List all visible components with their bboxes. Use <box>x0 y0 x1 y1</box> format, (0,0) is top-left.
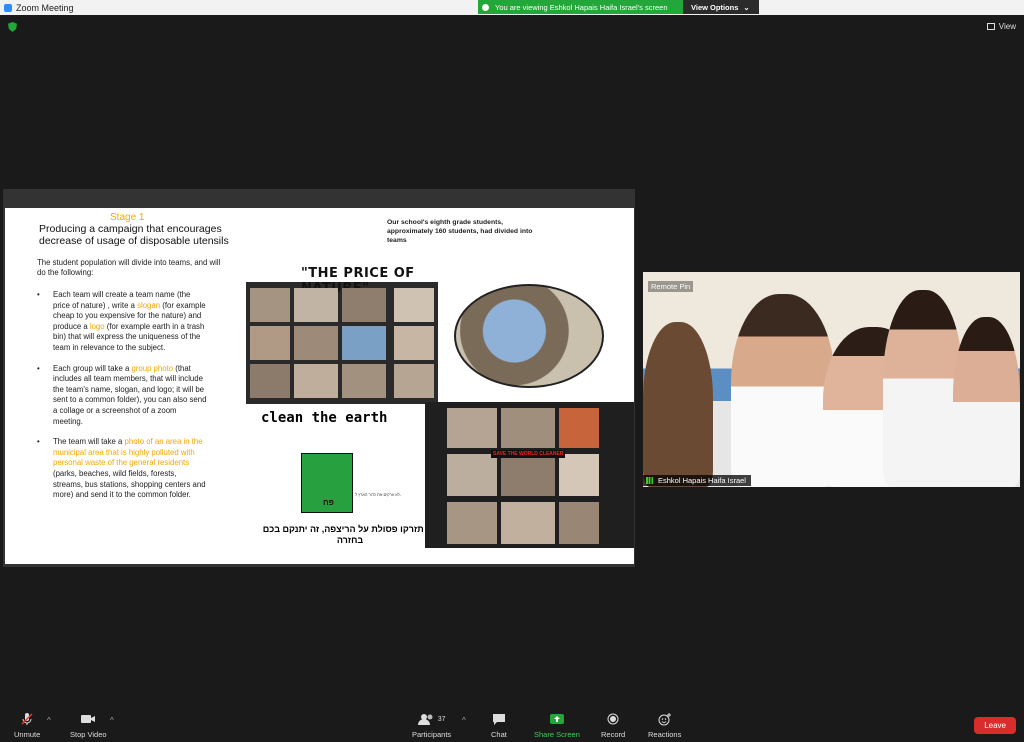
grid-view-icon <box>986 23 995 30</box>
collage-tile <box>342 364 386 398</box>
participant-name-tag: Eshkol Hapais Haifa Israel <box>643 475 751 486</box>
bin-label: פח <box>323 498 334 507</box>
bullet-text: Each group will take a <box>53 363 132 373</box>
leave-button[interactable]: Leave <box>974 717 1016 734</box>
collage-tile <box>501 454 555 496</box>
collage-tile <box>342 326 386 360</box>
viewing-banner: You are viewing Eshkol Hapais Haifa Isra… <box>478 0 683 14</box>
hebrew-small-caption: לא זורקים את כדור הארץ ל- <box>355 492 402 497</box>
share-screen-button[interactable]: Share Screen <box>534 712 580 739</box>
slide-title: Producing a campaign that encourages dec… <box>39 223 229 247</box>
bullet-polluted-area: The team will take a photo of an area in… <box>37 437 207 501</box>
collage-tile <box>250 326 290 360</box>
video-camera-icon <box>80 712 96 726</box>
audio-options-caret-icon[interactable]: ^ <box>47 716 51 725</box>
window-title: Zoom Meeting <box>16 2 74 13</box>
record-button[interactable]: Record <box>601 712 625 739</box>
bullet-group-photo: Each group will take a group photo (that… <box>37 364 207 428</box>
chevron-down-icon: ⌄ <box>743 2 750 12</box>
participants-button[interactable]: 37 Participants <box>412 712 451 739</box>
share-banner: You are viewing Eshkol Hapais Haifa Isra… <box>478 0 759 14</box>
record-label: Record <box>601 730 626 739</box>
participant-person <box>883 290 963 487</box>
shared-slide: Stage 1 Producing a campaign that encour… <box>5 208 634 564</box>
collage-tile <box>294 326 338 360</box>
chat-label: Chat <box>491 730 507 739</box>
participants-count: 37 <box>437 715 446 723</box>
collage-tile <box>447 454 497 496</box>
participant-person <box>953 317 1020 487</box>
participants-icon: 37 <box>417 712 446 726</box>
chat-button[interactable]: Chat <box>491 712 507 739</box>
view-options-button[interactable]: View Options ⌄ <box>683 0 759 14</box>
collage-banner: SAVE THE WORLD CLEANER <box>491 450 566 458</box>
collage-tile <box>394 364 434 398</box>
shared-screen-icon <box>482 3 489 11</box>
view-button[interactable]: View <box>986 22 1016 31</box>
participants-label: Participants <box>412 730 452 739</box>
participant-name: Eshkol Hapais Haifa Israel <box>658 476 746 485</box>
slide-stage: Stage 1 <box>110 212 145 223</box>
meeting-toolbar: Unmute ^ Stop Video ^ 37 Participants ^ … <box>0 706 1024 742</box>
team-collage-image: "THE PRICE OF NATURE" <box>246 266 438 404</box>
collage-tile <box>294 288 338 322</box>
share-screen-label: Share Screen <box>534 730 580 739</box>
collage-tile <box>559 454 599 496</box>
collage-tile <box>501 408 555 448</box>
slide-bullets: Each team will create a team name (the p… <box>37 290 207 511</box>
security-shield-icon[interactable] <box>8 22 17 32</box>
chat-bubble-icon <box>492 712 506 726</box>
participant-video[interactable] <box>643 272 1020 487</box>
highlight-group-photo: group photo <box>131 363 174 373</box>
muted-microphone-icon <box>20 712 34 726</box>
collage-tile <box>342 288 386 322</box>
slide-note: Our school's eighth grade students, appr… <box>387 219 533 244</box>
collage-tile <box>250 364 290 398</box>
reactions-label: Reactions <box>648 730 682 739</box>
zoom-logo-icon <box>4 3 12 12</box>
collage-tile <box>447 408 497 448</box>
bullet-team-name: Each team will create a team name (the p… <box>37 290 207 354</box>
bullet-text: (parks, beaches, wild fields, forests, s… <box>53 468 206 500</box>
unmute-label: Unmute <box>14 730 41 739</box>
participant-person <box>731 294 835 487</box>
clean-earth-title: clean the earth <box>261 410 388 426</box>
collage-tile <box>501 502 555 544</box>
collage-tile <box>559 502 599 544</box>
collage-tile <box>394 326 434 360</box>
remote-pin-tag[interactable]: Remote Pin <box>648 281 694 292</box>
highlight-slogan: slogan <box>137 300 161 310</box>
viewing-banner-text: You are viewing Eshkol Hapais Haifa Isra… <box>495 2 668 12</box>
reactions-button[interactable]: Reactions <box>648 712 681 739</box>
slide-intro: The student population will divide into … <box>37 258 221 277</box>
zoom-screenshot-collage: SAVE THE WORLD CLEANER <box>425 402 634 548</box>
view-options-label: View Options <box>691 2 739 12</box>
collage-tile <box>559 408 599 448</box>
stop-video-label: Stop Video <box>70 730 107 739</box>
collage-tile <box>294 364 338 398</box>
collage-tile <box>394 288 434 322</box>
share-screen-icon <box>549 712 565 726</box>
view-label: View <box>998 22 1016 31</box>
smiley-plus-icon <box>658 712 672 726</box>
stop-video-button[interactable]: Stop Video <box>70 712 107 739</box>
participant-person <box>643 322 713 487</box>
video-options-caret-icon[interactable]: ^ <box>110 716 114 725</box>
collage-tile <box>250 288 290 322</box>
record-icon <box>607 712 619 726</box>
hebrew-slogan: אל תזרקו פסולת על הריצפה, זה יתנקם בכם ב… <box>262 524 438 545</box>
signal-strength-icon <box>646 477 655 484</box>
participants-options-caret-icon[interactable]: ^ <box>462 716 466 725</box>
earth-logo-image <box>454 284 604 388</box>
unmute-button[interactable]: Unmute <box>14 712 40 739</box>
highlight-logo: logo <box>89 321 105 331</box>
collage-tile <box>447 502 497 544</box>
bullet-text: The team will take a <box>53 437 125 447</box>
